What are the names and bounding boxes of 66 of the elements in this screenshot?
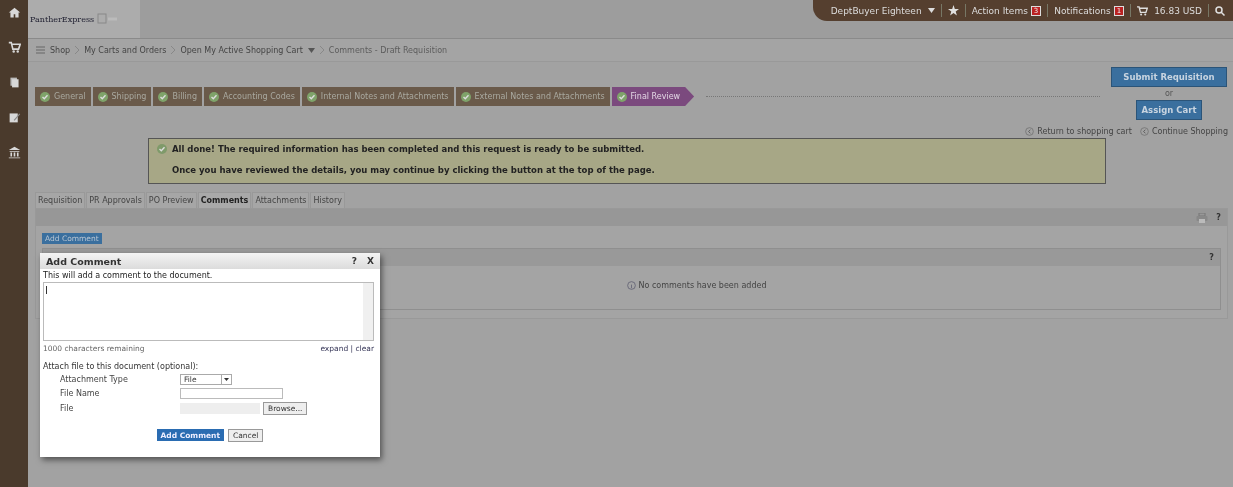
attach-heading: Attach file to this document (optional): xyxy=(43,362,200,371)
search-icon[interactable] xyxy=(1215,5,1225,16)
cart-total[interactable]: 16.83 USD xyxy=(1154,5,1202,16)
file-name-field[interactable] xyxy=(180,388,283,399)
star-icon[interactable] xyxy=(947,5,959,16)
logo-text: PantherExpress xyxy=(30,14,95,24)
caret-icon[interactable] xyxy=(927,8,935,13)
breadcrumb-item[interactable]: My Carts and Orders xyxy=(84,45,167,55)
nav-link[interactable]: Return to shopping cart xyxy=(1025,127,1132,136)
alert-title: All done! The required information has been completed and this request is ready to be submitted. xyxy=(172,144,645,154)
assign-cart-button[interactable]: Assign Cart xyxy=(1135,100,1203,120)
field-label: File Name xyxy=(60,389,101,398)
chevron-icon xyxy=(171,46,176,54)
breadcrumb-item[interactable]: Open My Active Shopping Cart xyxy=(180,45,303,55)
help-icon[interactable]: ? xyxy=(351,256,358,266)
check-icon xyxy=(616,91,627,102)
shop-icon xyxy=(36,46,45,54)
tab[interactable]: PO Preview xyxy=(145,192,197,208)
check-icon xyxy=(208,91,219,102)
close-icon[interactable]: X xyxy=(367,256,374,266)
step-tab[interactable]: General xyxy=(35,87,91,106)
check-icon xyxy=(97,91,108,102)
action-items-link[interactable]: Action Items xyxy=(971,5,1028,16)
bank-icon[interactable] xyxy=(7,146,21,159)
back-arrow-icon xyxy=(1025,127,1035,136)
chevron-icon xyxy=(319,46,324,54)
help-icon[interactable]: ? xyxy=(1209,253,1214,262)
documents-icon[interactable] xyxy=(7,76,21,89)
submit-requisition-button[interactable]: Submit Requisition xyxy=(1111,67,1227,87)
tab[interactable]: Comments xyxy=(197,192,252,208)
help-icon[interactable]: ? xyxy=(1216,213,1221,222)
pencil-icon[interactable] xyxy=(7,111,21,124)
cart-icon[interactable] xyxy=(1137,5,1149,16)
tab[interactable]: Requisition xyxy=(35,192,86,208)
step-tab[interactable]: Accounting Codes xyxy=(203,87,300,106)
check-icon xyxy=(460,91,471,102)
caret-icon[interactable] xyxy=(221,375,231,384)
empty-message: No comments have been added xyxy=(638,281,767,290)
check-icon xyxy=(306,91,317,102)
tab[interactable]: History xyxy=(310,192,345,208)
step-tab[interactable]: Shipping xyxy=(92,87,152,106)
tab[interactable]: PR Approvals xyxy=(86,192,145,208)
field-label: Attachment Type xyxy=(60,375,129,384)
step-tab[interactable]: Internal Notes and Attachments xyxy=(301,87,454,106)
logo-icon xyxy=(97,12,120,26)
dialog-title: Add Comment xyxy=(46,255,123,267)
step-tab[interactable]: Final Review xyxy=(611,87,695,106)
notifications-link[interactable]: Notifications xyxy=(1054,5,1111,16)
check-icon xyxy=(158,91,169,102)
breadcrumb-item[interactable]: Shop xyxy=(50,45,71,55)
user-menu[interactable]: DeptBuyer Eighteen xyxy=(830,5,922,16)
tab[interactable]: Attachments xyxy=(252,192,310,208)
chevron-icon xyxy=(75,46,80,54)
check-icon xyxy=(157,144,167,154)
field-label: File xyxy=(60,404,75,413)
step-tab[interactable]: Billing xyxy=(153,87,202,106)
breadcrumb-item: Comments - Draft Requisition xyxy=(328,45,448,55)
cart-icon[interactable] xyxy=(7,41,21,54)
or-text: or xyxy=(1164,89,1174,98)
info-icon xyxy=(626,281,636,290)
alert-detail: Once you have reviewed the details, you may continue by clicking the button at the top of the page. xyxy=(172,165,656,175)
step-tab[interactable]: External Notes and Attachments xyxy=(455,87,610,106)
dialog-intro: This will add a comment to the document. xyxy=(43,271,214,280)
home-icon[interactable] xyxy=(7,6,21,19)
nav-link[interactable]: Continue Shopping xyxy=(1139,127,1228,136)
check-icon xyxy=(40,91,50,102)
